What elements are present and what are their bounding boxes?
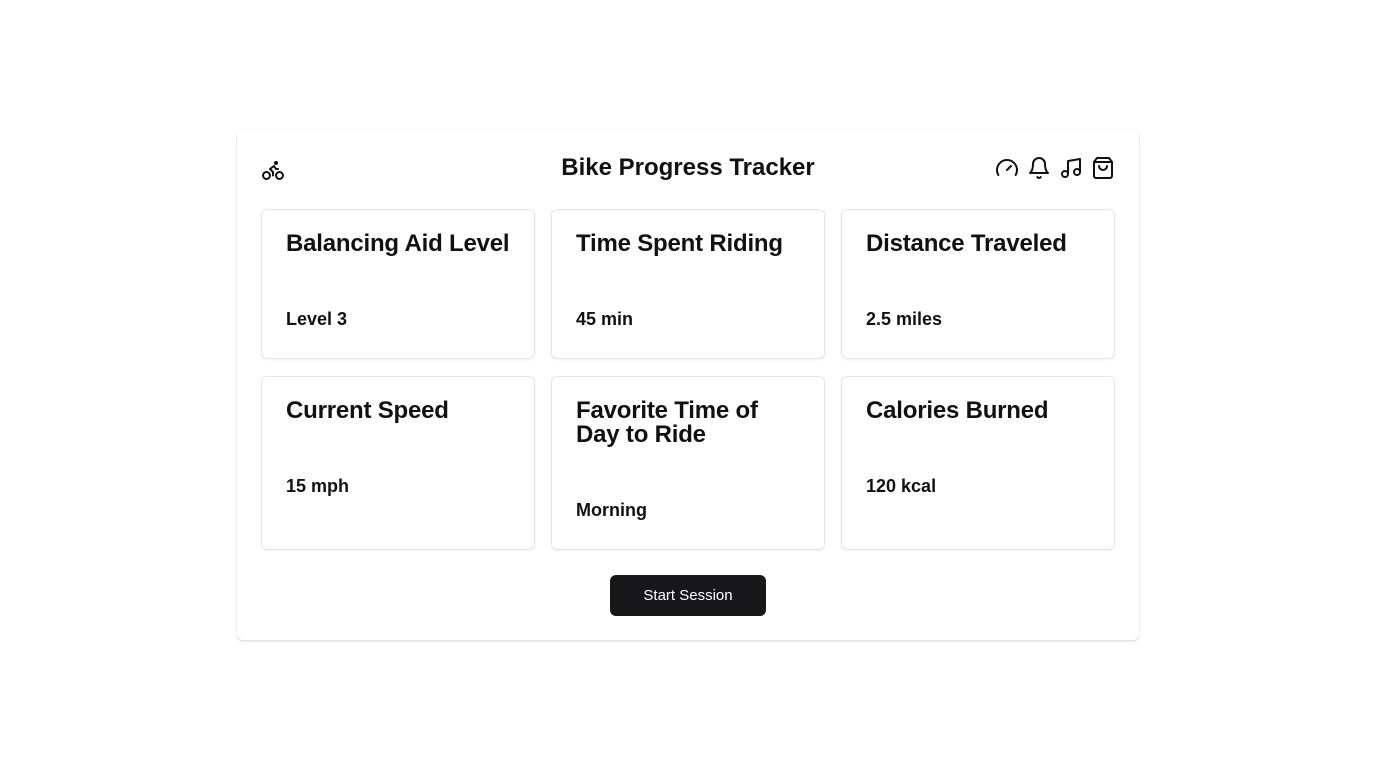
stat-card-distance: Distance Traveled 2.5 miles [841,209,1115,359]
shopping-bag-icon[interactable] [1091,156,1115,180]
stat-card-balancing-aid: Balancing Aid Level Level 3 [261,209,535,359]
tracker-panel: Bike Progress Tracker Balancing Aid Leve… [237,130,1139,640]
card-title: Time Spent Riding [576,230,783,257]
card-value: Level 3 [286,309,348,329]
card-value: 15 mph [286,476,350,496]
header-icons [995,156,1115,180]
card-value: Morning [576,500,647,520]
bell-icon[interactable] [1027,156,1051,180]
card-value: 120 kcal [866,476,937,496]
stat-card-favorite-time: Favorite Time of Day to Ride Morning [551,376,825,550]
stat-card-time-riding: Time Spent Riding 45 min [551,209,825,359]
card-title: Distance Traveled [866,230,1067,257]
header: Bike Progress Tracker [261,152,1115,184]
start-session-button[interactable]: Start Session [610,575,766,616]
card-title: Current Speed [286,397,449,424]
music-icon[interactable] [1059,156,1083,180]
card-value: 45 min [576,309,634,329]
page-title: Bike Progress Tracker [561,154,815,181]
gauge-icon[interactable] [995,156,1019,180]
card-value: 2.5 miles [866,309,943,329]
card-title: Balancing Aid Level [286,230,510,257]
stat-card-calories: Calories Burned 120 kcal [841,376,1115,550]
stats-grid: Balancing Aid Level Level 3 Time Spent R… [261,209,1115,550]
card-title: Favorite Time of Day to Ride [576,397,758,448]
stat-card-speed: Current Speed 15 mph [261,376,535,550]
card-title: Calories Burned [866,397,1049,424]
